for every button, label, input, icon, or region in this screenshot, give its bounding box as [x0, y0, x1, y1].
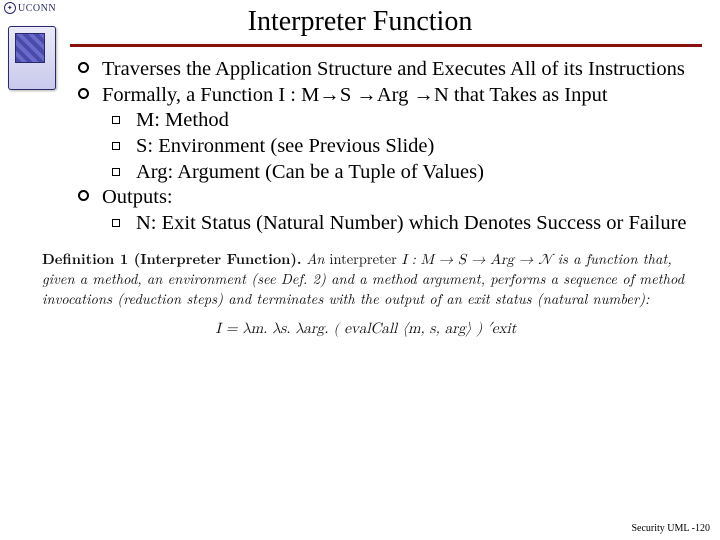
bullet-2-text: Formally, a Function I : M→S →Arg →N tha… — [102, 83, 692, 109]
square-bullet-icon — [112, 134, 136, 160]
bullet-2b-text: S: Environment (see Previous Slide) — [136, 134, 692, 160]
definition-block: Definition 1 (Interpreter Function). An … — [42, 250, 690, 339]
title-rule — [70, 44, 702, 47]
husky-icon: ✦ — [4, 2, 16, 14]
slide-footer: Security UML -120 — [631, 523, 710, 534]
circle-bullet-icon — [78, 83, 102, 109]
definition-equation: I = λm. λs. λarg. ( evalCall ⟨m, s, arg⟩… — [42, 319, 690, 339]
definition-lead: Definition 1 (Interpreter Function). An … — [42, 249, 558, 269]
bullet-3: Outputs: — [78, 185, 692, 211]
definition-signature: I : M → S → Arg → 𝒩 — [402, 252, 553, 267]
definition-lead-kw: interpreter — [329, 249, 396, 269]
square-bullet-icon — [112, 211, 136, 237]
square-bullet-icon — [112, 108, 136, 134]
bullet-1-text: Traverses the Application Structure and … — [102, 57, 692, 83]
bullet-2a: M: Method — [112, 108, 692, 134]
circle-bullet-icon — [78, 185, 102, 211]
square-bullet-icon — [112, 160, 136, 186]
brand-name: UCONN — [18, 3, 56, 14]
dept-logo — [8, 26, 56, 90]
definition-lead-pre: An — [306, 249, 324, 269]
bullet-2a-text: M: Method — [136, 108, 692, 134]
bullet-3-text: Outputs: — [102, 185, 692, 211]
bullet-2: Formally, a Function I : M→S →Arg →N tha… — [78, 83, 692, 109]
bullet-1: Traverses the Application Structure and … — [78, 57, 692, 83]
body-content: Traverses the Application Structure and … — [78, 57, 692, 236]
brand-bar: ✦ UCONN — [4, 2, 56, 14]
bullet-3a: N: Exit Status (Natural Number) which De… — [112, 211, 692, 237]
bullet-2b: S: Environment (see Previous Slide) — [112, 134, 692, 160]
definition-label: Definition 1 (Interpreter Function). — [42, 249, 302, 269]
page-title: Interpreter Function — [0, 0, 720, 38]
bullet-3a-text: N: Exit Status (Natural Number) which De… — [136, 211, 692, 237]
bullet-2c-text: Arg: Argument (Can be a Tuple of Values) — [136, 160, 692, 186]
circle-bullet-icon — [78, 57, 102, 83]
bullet-2c: Arg: Argument (Can be a Tuple of Values) — [112, 160, 692, 186]
